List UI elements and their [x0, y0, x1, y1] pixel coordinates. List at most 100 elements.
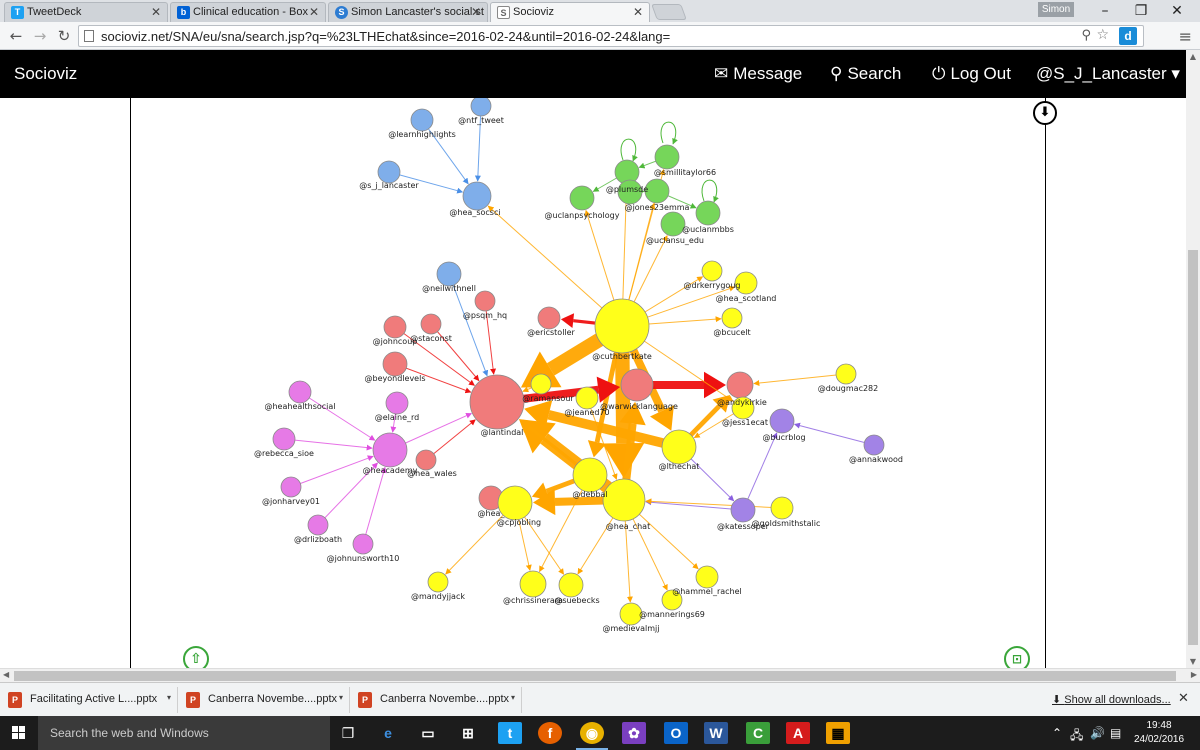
chevron-down-icon[interactable]: ▾ [511, 693, 515, 702]
scroll-right-icon[interactable]: ▶ [1191, 670, 1197, 679]
chevron-down-icon[interactable]: ▾ [339, 693, 343, 702]
chevron-down-icon[interactable]: ▾ [167, 693, 171, 702]
graph-node-drkerrygoug[interactable] [701, 260, 723, 282]
graph-node-andykirkie[interactable] [726, 371, 754, 399]
show-all-downloads-link[interactable]: ⬇ Show all downloads... [1052, 693, 1171, 706]
taskbar-search[interactable]: Search the web and Windows [38, 716, 330, 750]
word-icon[interactable]: W [704, 722, 728, 744]
graph-node-annakwood[interactable] [863, 434, 885, 456]
graph-node-learnhighlights[interactable] [410, 108, 434, 132]
volume-icon[interactable]: 🔊 [1090, 726, 1105, 740]
scroll-left-icon[interactable]: ◀ [3, 670, 9, 679]
graph-node-heahealthsocial[interactable] [288, 380, 312, 404]
store-icon[interactable]: ⊞ [456, 722, 480, 744]
task-view-icon[interactable]: ❐ [336, 722, 360, 744]
graph-node-heacademy[interactable] [372, 432, 408, 468]
graph-node-uclanpsychology[interactable] [569, 185, 595, 211]
graph-node-johnunsworth10[interactable] [352, 533, 374, 555]
graph-node-lthechat[interactable] [661, 429, 697, 465]
bookmark-star-icon[interactable]: ☆ [1096, 27, 1109, 43]
graph-node-hea_wales[interactable] [415, 449, 437, 471]
upload-icon[interactable]: ⇧ [183, 646, 209, 668]
graph-node-ericstoller[interactable] [537, 306, 561, 330]
download-item[interactable]: P Canberra Novembe....pptx ▾ [178, 687, 350, 713]
graph-node-goldsmithstalic[interactable] [770, 496, 794, 520]
url-text[interactable]: socioviz.net/SNA/eu/sna/search.jsp?q=%23… [101, 29, 670, 44]
minimize-icon[interactable]: – [1086, 0, 1124, 22]
graph-node-jeaned70[interactable] [575, 386, 599, 410]
download-item[interactable]: P Canberra Novembe....pptx ▾ [350, 687, 522, 713]
firefox-icon[interactable]: f [538, 722, 562, 744]
close-shelf-icon[interactable]: ✕ [1178, 691, 1189, 706]
restore-icon[interactable]: ❐ [1122, 0, 1160, 22]
scroll-down-icon[interactable]: ▼ [1186, 657, 1200, 666]
vertical-scroll-thumb[interactable] [1188, 250, 1198, 645]
tray-chevron-icon[interactable]: ⌃ [1052, 726, 1062, 740]
graph-node-uclanmbbs[interactable] [695, 200, 721, 226]
browser-menu-icon[interactable]: ≡ [1179, 27, 1192, 46]
fit-view-icon[interactable]: ⊡ [1004, 646, 1030, 668]
notification-icon[interactable]: ▤ [1110, 726, 1121, 740]
graph-node-s_j_lancaster[interactable] [377, 160, 401, 184]
logout-link[interactable]: ⏻ Log Out [932, 64, 1011, 84]
message-link[interactable]: ✉ Message [714, 64, 802, 84]
start-button[interactable] [0, 716, 38, 750]
graph-node-debbal[interactable] [572, 457, 608, 493]
graph-node-smillitaylor66[interactable] [654, 144, 680, 170]
file-explorer-icon[interactable]: ▭ [416, 722, 440, 744]
back-icon[interactable]: ← [6, 26, 26, 46]
outlook-icon[interactable]: O [664, 722, 688, 744]
graph-node-warwicklanguage[interactable] [620, 368, 654, 402]
graph-node-jonharvey01[interactable] [280, 476, 302, 498]
user-menu[interactable]: @S_J_Lancaster ▾ [1036, 64, 1180, 84]
new-tab-button[interactable] [651, 4, 687, 20]
vertical-scrollbar[interactable]: ▲ ▼ [1186, 50, 1200, 668]
extension-icon[interactable]: d [1119, 27, 1137, 45]
graph-node-neilwithnell[interactable] [436, 261, 462, 287]
close-icon[interactable]: ✕ [633, 5, 643, 19]
app-icon[interactable]: ▦ [826, 722, 850, 744]
scroll-up-icon[interactable]: ▲ [1186, 52, 1200, 61]
graph-node-jones23emma[interactable] [644, 178, 670, 204]
window-close-icon[interactable]: ✕ [1158, 0, 1196, 22]
graph-node-ramansour[interactable] [530, 373, 552, 395]
edge-browser-icon[interactable]: e [376, 722, 400, 744]
search-link[interactable]: ⚲ Search [830, 64, 901, 84]
graph-node-hea_chat[interactable] [602, 478, 646, 522]
close-icon[interactable]: ✕ [471, 5, 481, 19]
browser-tab-socioviz[interactable]: S Socioviz ✕ [490, 2, 650, 22]
download-item[interactable]: P Facilitating Active L....pptx ▾ [0, 687, 178, 713]
close-icon[interactable]: ✕ [151, 5, 161, 19]
horizontal-scroll-thumb[interactable] [14, 671, 1176, 681]
browser-tab-simon[interactable]: S Simon Lancaster's social st ✕ [328, 2, 488, 22]
download-graph-icon[interactable]: ⬇ [1033, 101, 1057, 125]
graph-node-bucrblog[interactable] [769, 408, 795, 434]
network-icon[interactable]: 🖧 [1070, 726, 1083, 747]
graph-node-chrissinerara[interactable] [519, 570, 547, 598]
graph-node-drlizboath[interactable] [307, 514, 329, 536]
graph-node-elaine_rd[interactable] [385, 391, 409, 415]
chrome-icon[interactable]: ◉ [576, 722, 608, 750]
address-bar[interactable]: socioviz.net/SNA/eu/sna/search.jsp?q=%23… [78, 25, 1144, 47]
zoom-icon[interactable]: ⚲ [1081, 28, 1091, 43]
horizontal-scrollbar[interactable]: ◀ ▶ [0, 668, 1200, 682]
camtasia-icon[interactable]: C [746, 722, 770, 744]
close-icon[interactable]: ✕ [309, 5, 319, 19]
brand-logo[interactable]: Socioviz [14, 64, 77, 84]
graph-node-psqm_hq[interactable] [474, 290, 496, 312]
system-clock[interactable]: 19:48 24/02/2016 [1130, 719, 1188, 747]
graph-node-staconst[interactable] [420, 313, 442, 335]
graph-node-cuthbertkate[interactable] [594, 298, 650, 354]
paint-icon[interactable]: ✿ [622, 722, 646, 744]
graph-node-hea_socsci[interactable] [462, 181, 492, 211]
forward-icon[interactable]: → [30, 26, 50, 46]
graph-node-johncoup[interactable] [383, 315, 407, 339]
browser-tab-box[interactable]: b Clinical education - Box ✕ [170, 2, 326, 22]
profile-name[interactable]: Simon [1038, 2, 1074, 17]
graph-node-bcucelt[interactable] [721, 307, 743, 329]
graph-node-suebecks[interactable] [558, 572, 584, 598]
browser-tab-tweetdeck[interactable]: T TweetDeck ✕ [4, 2, 168, 22]
twitter-app-icon[interactable]: t [498, 722, 522, 744]
graph-node-beyondlevels[interactable] [382, 351, 408, 377]
acrobat-icon[interactable]: A [786, 722, 810, 744]
